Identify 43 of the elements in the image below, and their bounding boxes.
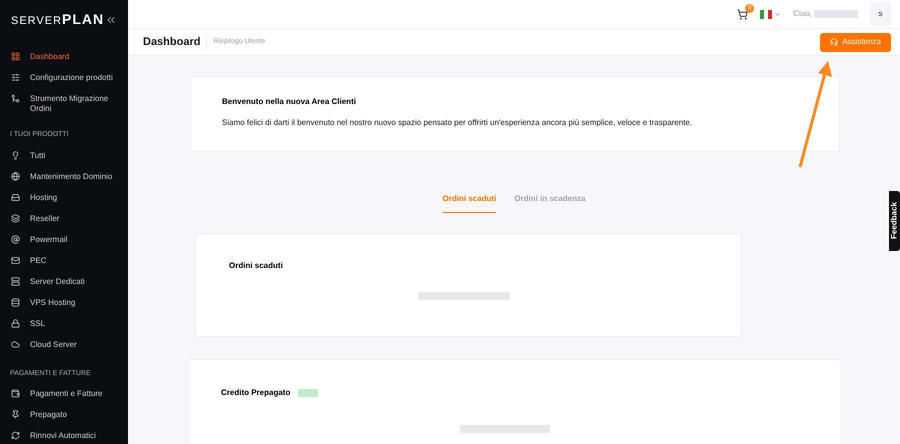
card-title: Credito Prepagato xyxy=(221,387,290,399)
sliders-icon xyxy=(11,73,20,82)
sidebar-item[interactable]: Server Dedicati xyxy=(0,272,128,294)
page-title: Dashboard xyxy=(143,34,208,50)
redacted-bar xyxy=(814,10,858,18)
flag-icon[interactable] xyxy=(760,10,772,18)
sidebar-item[interactable]: VPS Hosting xyxy=(0,294,128,314)
logo: SERVERPLAN xyxy=(11,10,104,29)
redacted-bar xyxy=(298,389,318,397)
greeting: Ciao, xyxy=(793,8,812,20)
sidebar-item[interactable]: Powermail xyxy=(0,230,128,252)
wallet-icon xyxy=(11,389,20,398)
sidebar-item[interactable]: Cloud Server xyxy=(0,336,128,356)
headset-icon xyxy=(830,38,838,46)
card-title: Ordini scaduti xyxy=(229,260,284,272)
welcome-title: Benvenuto nella nuova Area Clienti xyxy=(222,96,357,108)
sidebar-item[interactable]: Reseller xyxy=(0,210,128,230)
cloud-icon xyxy=(11,340,20,348)
cart-icon[interactable] xyxy=(737,8,748,20)
globe-icon xyxy=(11,172,20,180)
feedback-tab[interactable]: Feedback xyxy=(889,191,900,251)
refresh-icon xyxy=(11,431,20,440)
pin-icon xyxy=(11,410,20,419)
sidebar-item[interactable]: Pagamenti e Fatture xyxy=(0,385,128,406)
caret-icon[interactable] xyxy=(774,10,782,18)
sidebar-item[interactable]: Configurazione prodotti xyxy=(0,69,128,90)
sidebar-item[interactable]: Rinnovi Automatici xyxy=(0,427,128,444)
lock-icon xyxy=(11,318,20,328)
sidebar-item[interactable]: SSL xyxy=(0,314,128,336)
welcome-text: Siamo felici di darti il benvenuto nel nostro nuovo spazio pensato per offrirti un'esperienza ancora più semplice, veloce e trasparente. xyxy=(222,117,694,129)
sidebar-item[interactable]: Hosting xyxy=(0,188,128,210)
sidebar-item[interactable]: Mantenimento Dominio xyxy=(0,168,128,188)
at-sign-icon xyxy=(11,234,20,244)
sidebar-item[interactable]: Dashboard xyxy=(0,48,128,69)
sidebar-item[interactable]: PEC xyxy=(0,252,128,272)
bulb-icon xyxy=(11,150,20,160)
avatar[interactable]: s xyxy=(870,2,891,26)
mail-icon xyxy=(11,256,20,264)
sidebar-item[interactable]: Prepagato xyxy=(0,406,128,427)
grid-icon xyxy=(11,52,20,61)
branch-icon xyxy=(11,94,20,103)
sidebar-item[interactable]: Tutti xyxy=(0,146,128,168)
sidebar-item[interactable]: Strumento Migrazione Ordini xyxy=(0,90,128,118)
